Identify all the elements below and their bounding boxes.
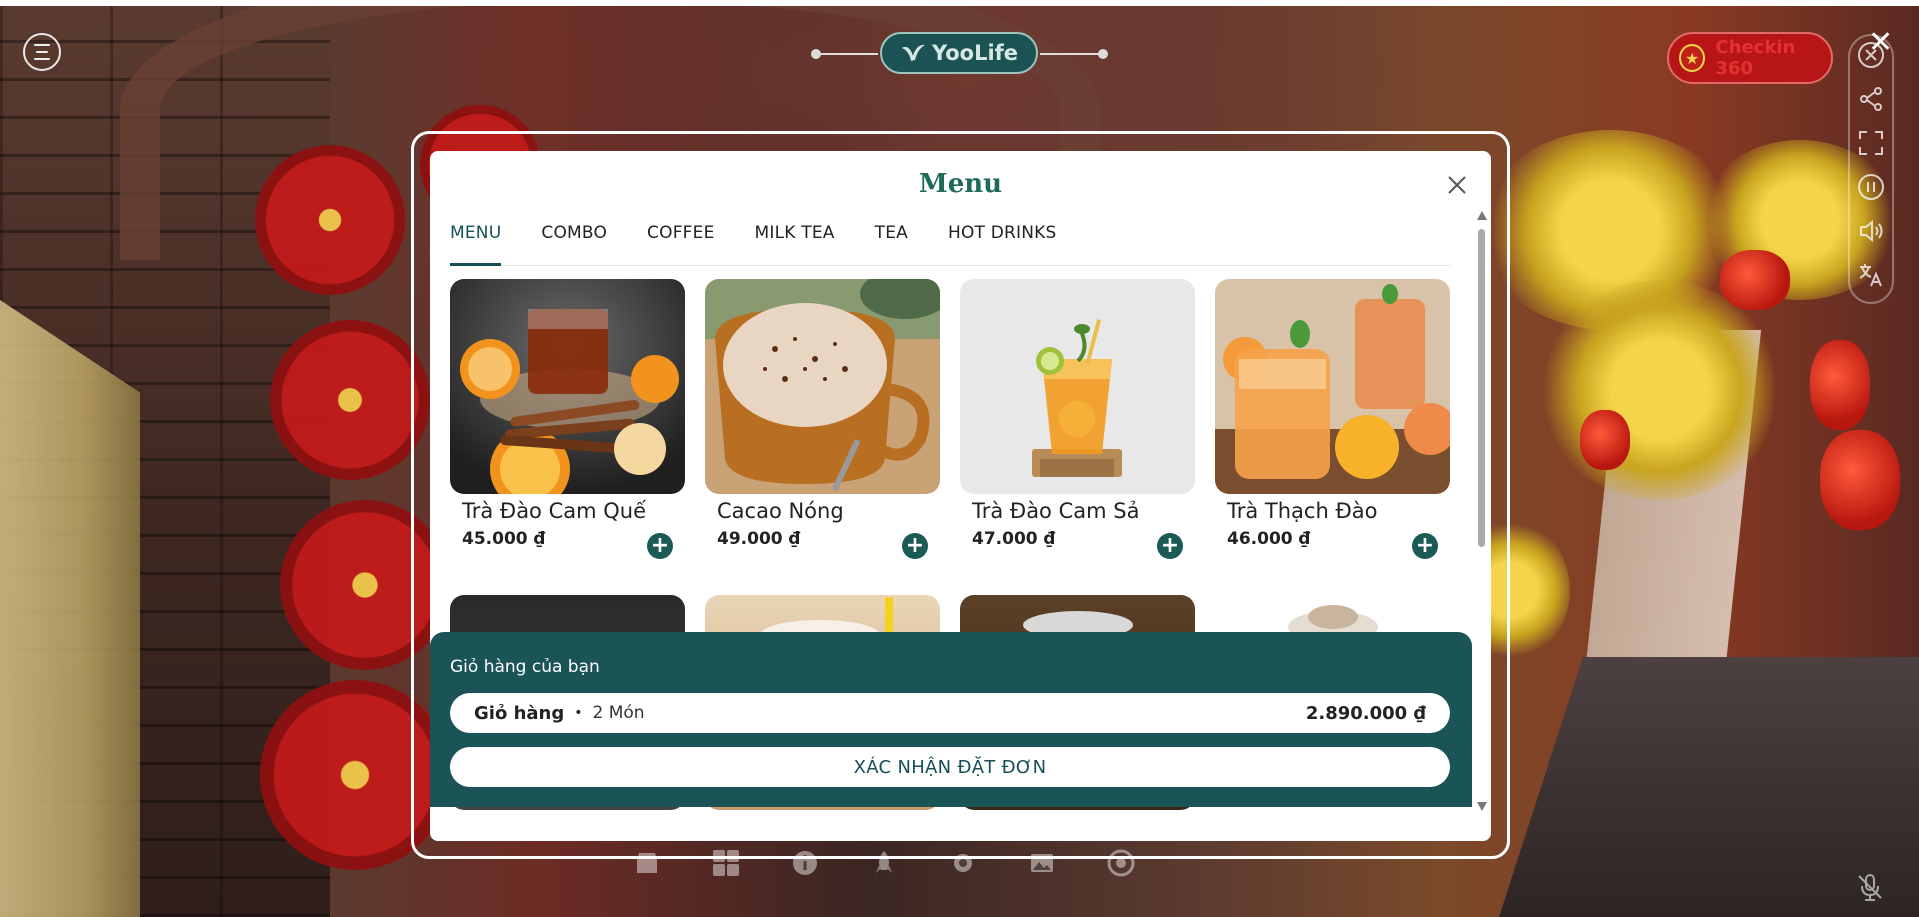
logo-dot-right: [1098, 49, 1108, 59]
logo-divider-left: [818, 53, 878, 55]
yoolife-logo[interactable]: YooLife: [880, 32, 1038, 74]
product-name: Cacao Nóng: [717, 499, 844, 523]
cart-label: Giỏ hàng: [474, 702, 565, 724]
cart-panel: Giỏ hàng của bạn Giỏ hàng • 2 Món 2.890.…: [430, 632, 1472, 807]
cart-total: 2.890.000 ₫: [1305, 702, 1426, 724]
product-image[interactable]: [1215, 279, 1450, 494]
menu-modal: Menu MENU COMBO COFFEE MILK TEA TEA HOT …: [430, 151, 1491, 841]
modal-title: Menu: [918, 169, 1003, 199]
lantern-decor: [1820, 430, 1900, 530]
confirm-order-button[interactable]: XÁC NHẬN ĐẶT ĐƠN: [450, 747, 1450, 787]
product-card[interactable]: Trà Đào Cam Sả 47.000 ₫ +: [960, 279, 1195, 565]
product-name: Trà Thạch Đào: [1227, 499, 1378, 523]
add-to-cart-button[interactable]: +: [1157, 533, 1183, 559]
product-image[interactable]: [960, 279, 1195, 494]
pause-icon[interactable]: [1856, 172, 1886, 202]
tab-coffee[interactable]: COFFEE: [647, 223, 715, 265]
wall-light: [0, 300, 140, 917]
product-image[interactable]: [705, 279, 940, 494]
product-card[interactable]: Trà Thạch Đào 46.000 ₫ +: [1215, 279, 1450, 565]
logo-text: YooLife: [931, 41, 1019, 65]
checkin-360-button[interactable]: ★ Checkin 360: [1667, 32, 1833, 84]
modal-scrollbar[interactable]: [1477, 211, 1487, 811]
modal-close-icon[interactable]: [1445, 173, 1469, 197]
side-toolbar: [1848, 34, 1894, 304]
tab-hot-drinks[interactable]: HOT DRINKS: [948, 223, 1057, 265]
cart-separator: •: [574, 705, 583, 721]
add-to-cart-button[interactable]: +: [902, 533, 928, 559]
lantern-decor: [1720, 250, 1790, 310]
lantern-decor: [1810, 340, 1870, 430]
add-to-cart-button[interactable]: +: [1412, 533, 1438, 559]
lantern-decor: [1580, 410, 1630, 470]
checkin-label: Checkin 360: [1715, 37, 1796, 79]
product-card[interactable]: Cacao Nóng 49.000 ₫ +: [705, 279, 940, 565]
cart-item-count: 2 Món: [592, 703, 645, 723]
product-name: Trà Đào Cam Quế: [462, 499, 647, 523]
star-icon: ★: [1679, 44, 1706, 72]
red-fan-decor: [255, 145, 405, 295]
close-icon[interactable]: ✕: [1868, 28, 1893, 58]
red-fan-decor: [270, 320, 430, 480]
volume-icon[interactable]: [1856, 216, 1886, 246]
tab-tea[interactable]: TEA: [875, 223, 908, 265]
tab-milk-tea[interactable]: MILK TEA: [755, 223, 835, 265]
tab-combo[interactable]: COMBO: [541, 223, 607, 265]
scroll-thumb[interactable]: [1478, 229, 1485, 547]
scroll-up-icon[interactable]: [1477, 211, 1487, 220]
translate-icon[interactable]: [1856, 260, 1886, 290]
logo-dot-left: [811, 49, 821, 59]
blossom-decor: [1540, 280, 1780, 500]
top-strip: [0, 0, 1919, 6]
share-icon[interactable]: [1856, 84, 1886, 114]
product-card[interactable]: Trà Đào Cam Quế 45.000 ₫ +: [450, 279, 685, 565]
cart-summary[interactable]: Giỏ hàng • 2 Món 2.890.000 ₫: [450, 693, 1450, 733]
add-to-cart-button[interactable]: +: [647, 533, 673, 559]
scroll-down-icon[interactable]: [1477, 802, 1487, 811]
microphone-icon[interactable]: [1855, 872, 1885, 906]
cart-title: Giỏ hàng của bạn: [450, 657, 600, 677]
tab-menu[interactable]: MENU: [450, 223, 502, 266]
menu-toggle-button[interactable]: [23, 33, 61, 71]
bird-icon: [901, 44, 925, 61]
product-name: Trà Đào Cam Sả: [972, 499, 1140, 523]
logo-divider-right: [1040, 53, 1102, 55]
category-tabs: MENU COMBO COFFEE MILK TEA TEA HOT DRINK…: [450, 223, 1450, 266]
product-image[interactable]: [450, 279, 685, 494]
fullscreen-icon[interactable]: [1856, 128, 1886, 158]
